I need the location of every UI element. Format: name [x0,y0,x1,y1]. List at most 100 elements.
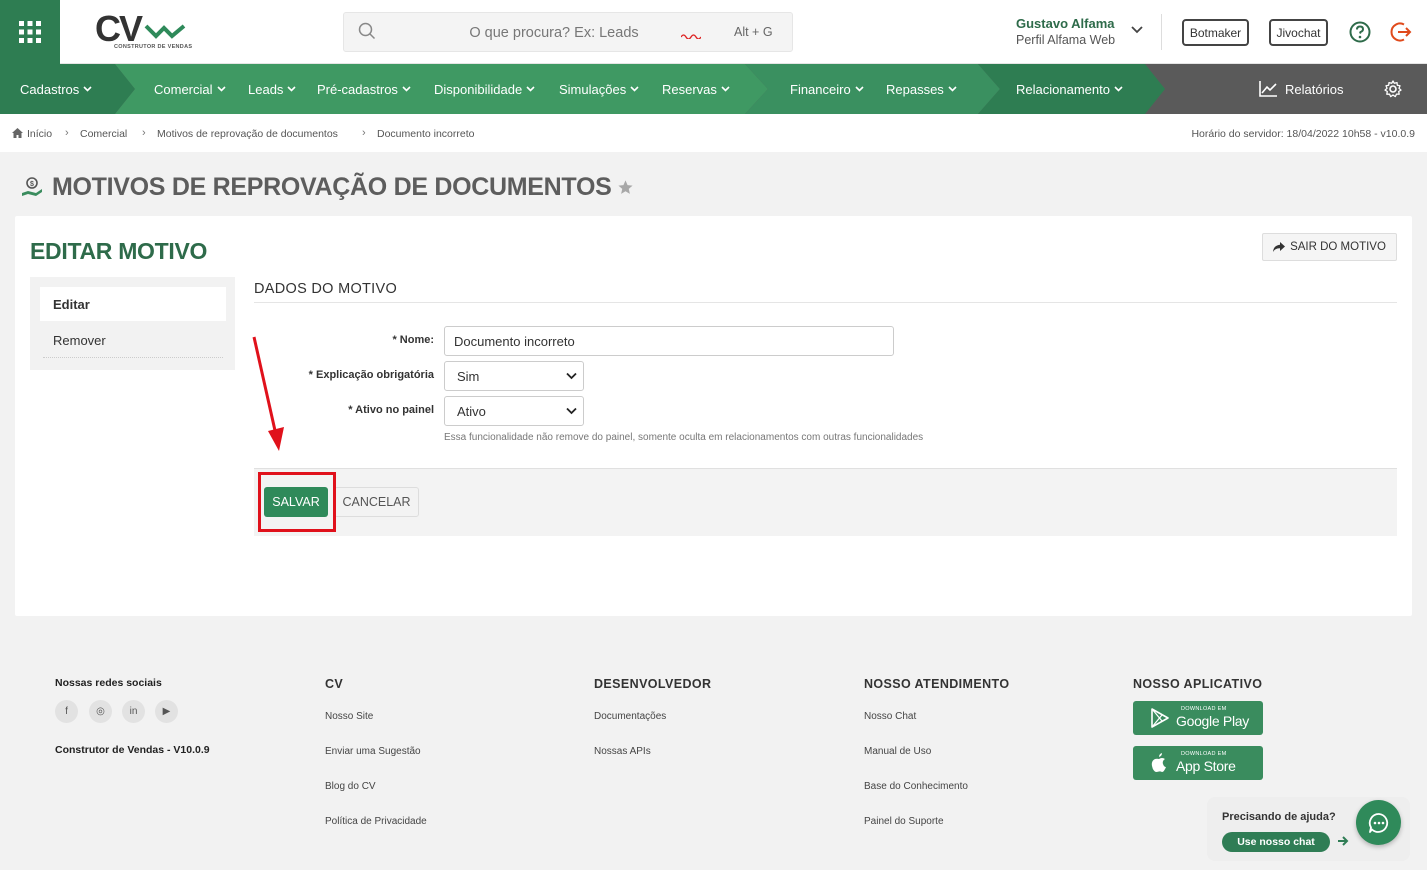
save-button[interactable]: SALVAR [264,487,328,517]
main-nav: Cadastros Comercial Leads Pré-cadastros … [0,64,1427,114]
money-hand-icon: $ [22,177,42,196]
apple-small-text: DOWNLOAD EM [1181,751,1227,757]
top-bar: CV CONSTRUTOR DE VENDAS Alt + G Gustavo … [0,0,1427,64]
footer-link[interactable]: Documentações [594,711,666,722]
nav-repasses[interactable]: Repasses [886,64,957,114]
nav-relatorios[interactable]: Relatórios [1259,64,1344,114]
chevron-down-icon [526,86,535,92]
chat-bubble-icon [1368,812,1388,833]
annotation-arrow [252,336,284,451]
nome-input[interactable] [444,326,894,356]
footer-link[interactable]: Base do Conhecimento [864,781,968,792]
footer-link[interactable]: Painel do Suporte [864,816,944,827]
nav-label: Relacionamento [1016,81,1110,97]
logo-subtitle: CONSTRUTOR DE VENDAS [114,44,193,50]
cancel-button[interactable]: CANCELAR [334,487,419,517]
user-menu[interactable]: Gustavo Alfama Perfil Alfama Web [1016,16,1115,48]
ativo-value: Ativo [457,403,486,419]
app-store-button[interactable]: DOWNLOAD EM App Store [1133,746,1263,780]
logout-icon[interactable] [1390,21,1412,43]
chevron-down-icon [721,86,730,92]
use-chat-button[interactable]: Use nosso chat [1222,832,1330,852]
explicacao-select[interactable]: Sim [444,361,584,391]
breadcrumb-inicio[interactable]: Início [27,128,52,140]
footer-col-title: DESENVOLVEDOR [594,677,712,691]
jivochat-button[interactable]: Jivochat [1269,19,1328,46]
nav-leads[interactable]: Leads [248,64,296,114]
nav-disponibilidade[interactable]: Disponibilidade [434,64,535,114]
side-nav-editar[interactable]: Editar [40,287,226,321]
nav-label: Leads [248,81,284,97]
footer-col-title: NOSSO ATENDIMENTO [864,677,1010,691]
footer-link[interactable]: Nossas APIs [594,746,651,757]
nav-reservas[interactable]: Reservas [662,64,730,114]
nav-label: Disponibilidade [434,81,523,97]
footer-link[interactable]: Nosso Chat [864,711,916,722]
arrow-right-icon [1338,836,1349,846]
google-play-button[interactable]: DOWNLOAD EM Google Play [1133,701,1263,735]
nav-comercial[interactable]: Comercial [154,64,226,114]
nav-label: Comercial [154,81,213,97]
side-nav: Editar Remover [30,277,235,370]
page-title: MOTIVOS DE REPROVAÇÃO DE DOCUMENTOS [52,172,612,201]
grid-icon [19,21,41,43]
nav-label: Relatórios [1285,81,1344,97]
botmaker-button[interactable]: Botmaker [1182,19,1249,46]
chevron-down-icon[interactable] [1131,26,1143,34]
instagram-icon[interactable]: ◎ [89,700,112,723]
gear-icon[interactable] [1384,80,1402,98]
breadcrumb: Início › Comercial › Motivos de reprovaç… [0,114,1427,152]
footer-link[interactable]: Política de Privacidade [325,816,427,827]
footer-col-title: NOSSO APLICATIVO [1133,677,1263,691]
facebook-icon[interactable]: f [55,700,78,723]
svg-text:$: $ [30,181,34,188]
logo[interactable]: CV CONSTRUTOR DE VENDAS [92,10,192,54]
help-icon[interactable] [1349,21,1371,43]
footer-link[interactable]: Enviar uma Sugestão [325,746,421,757]
search-input[interactable] [434,21,674,45]
side-nav-remover[interactable]: Remover [43,324,223,358]
search-box[interactable]: Alt + G [343,12,793,52]
server-time: Horário do servidor: 18/04/2022 10h58 - … [1191,128,1415,140]
exit-motivo-button[interactable]: SAIR DO MOTIVO [1262,233,1397,261]
logo-wave-icon [144,24,186,39]
linkedin-icon[interactable]: in [122,700,145,723]
nav-relacionamento[interactable]: Relacionamento [1016,64,1123,114]
nav-simulacoes[interactable]: Simulações [559,64,639,114]
home-icon[interactable] [12,128,23,138]
breadcrumb-motivos[interactable]: Motivos de reprovação de documentos [157,128,338,140]
breadcrumb-separator: › [65,127,69,139]
chevron-down-icon [1114,86,1123,92]
footer-link[interactable]: Nosso Site [325,711,373,722]
youtube-icon[interactable]: ▶ [155,700,178,723]
chevron-down-icon [83,86,92,92]
ativo-label: * Ativo no painel [348,404,434,416]
apple-big-text: App Store [1176,758,1236,774]
google-big-text: Google Play [1176,713,1249,729]
edit-card: EDITAR MOTIVO SAIR DO MOTIVO Editar Remo… [15,216,1412,616]
breadcrumb-comercial[interactable]: Comercial [80,128,127,140]
nav-financeiro[interactable]: Financeiro [790,64,864,114]
exit-label: SAIR DO MOTIVO [1290,241,1386,253]
chevron-down-icon [948,86,957,92]
star-icon[interactable] [617,179,634,196]
footer-link[interactable]: Blog do CV [325,781,376,792]
nav-label: Reservas [662,81,717,97]
apps-grid-button[interactable] [0,0,60,64]
ativo-select[interactable]: Ativo [444,396,584,426]
nav-label: Pré-cadastros [317,81,398,97]
search-icon [358,22,376,40]
nav-cadastros[interactable]: Cadastros [20,64,92,114]
chevron-down-icon [287,86,296,92]
footer-social-title: Nossas redes sociais [55,677,162,689]
nav-label: Financeiro [790,81,851,97]
chevron-down-icon [630,86,639,92]
footer-link[interactable]: Manual de Uso [864,746,931,757]
section-title: DADOS DO MOTIVO [254,281,398,297]
divider [1161,14,1162,50]
nav-pre-cadastros[interactable]: Pré-cadastros [317,64,411,114]
chat-fab-button[interactable] [1356,800,1401,845]
google-small-text: DOWNLOAD EM [1181,706,1227,712]
section-divider [254,302,1397,303]
spellcheck-squiggle-icon [681,34,701,39]
